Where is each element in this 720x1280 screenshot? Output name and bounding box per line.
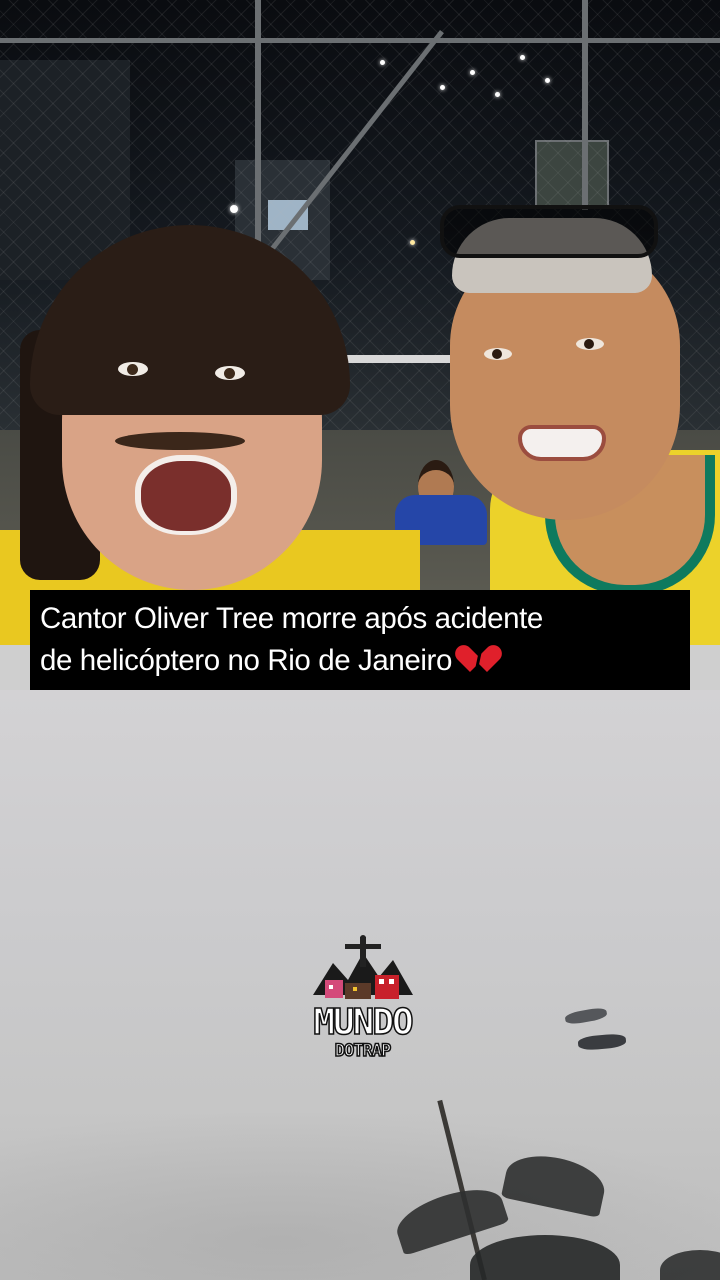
left-person-mouth xyxy=(135,455,237,535)
sunglasses-icon xyxy=(440,205,658,258)
left-person-eye xyxy=(118,362,148,376)
fence-post xyxy=(582,0,588,210)
goal-post xyxy=(345,355,465,363)
left-person-mustache xyxy=(115,432,245,450)
right-person-eye xyxy=(484,348,512,360)
mundo-dotrap-logo: MUNDO DOTRAP xyxy=(305,935,420,1075)
christ-redeemer-favela-icon xyxy=(313,935,413,999)
caption-line-2: de helicóptero no Rio de Janeiro xyxy=(40,640,680,682)
fence-post xyxy=(255,0,261,250)
caption-line-2-text: de helicóptero no Rio de Janeiro xyxy=(40,644,452,677)
right-person-mouth xyxy=(518,425,606,461)
right-person-eye xyxy=(576,338,604,350)
logo-line-2: DOTRAP xyxy=(334,1041,392,1061)
logo-text: MUNDO DOTRAP xyxy=(305,1002,420,1061)
helicopter-debris xyxy=(577,1032,627,1052)
broken-heart-icon xyxy=(462,644,496,674)
news-caption: Cantor Oliver Tree morre após acidente d… xyxy=(30,590,690,690)
logo-line-1: MUNDO xyxy=(313,1002,415,1043)
left-person-eye xyxy=(215,366,245,380)
fence-rail xyxy=(0,38,720,43)
top-video-frame xyxy=(0,0,720,645)
helicopter-debris xyxy=(564,1006,608,1026)
caption-line-1: Cantor Oliver Tree morre após acidente xyxy=(40,602,543,635)
